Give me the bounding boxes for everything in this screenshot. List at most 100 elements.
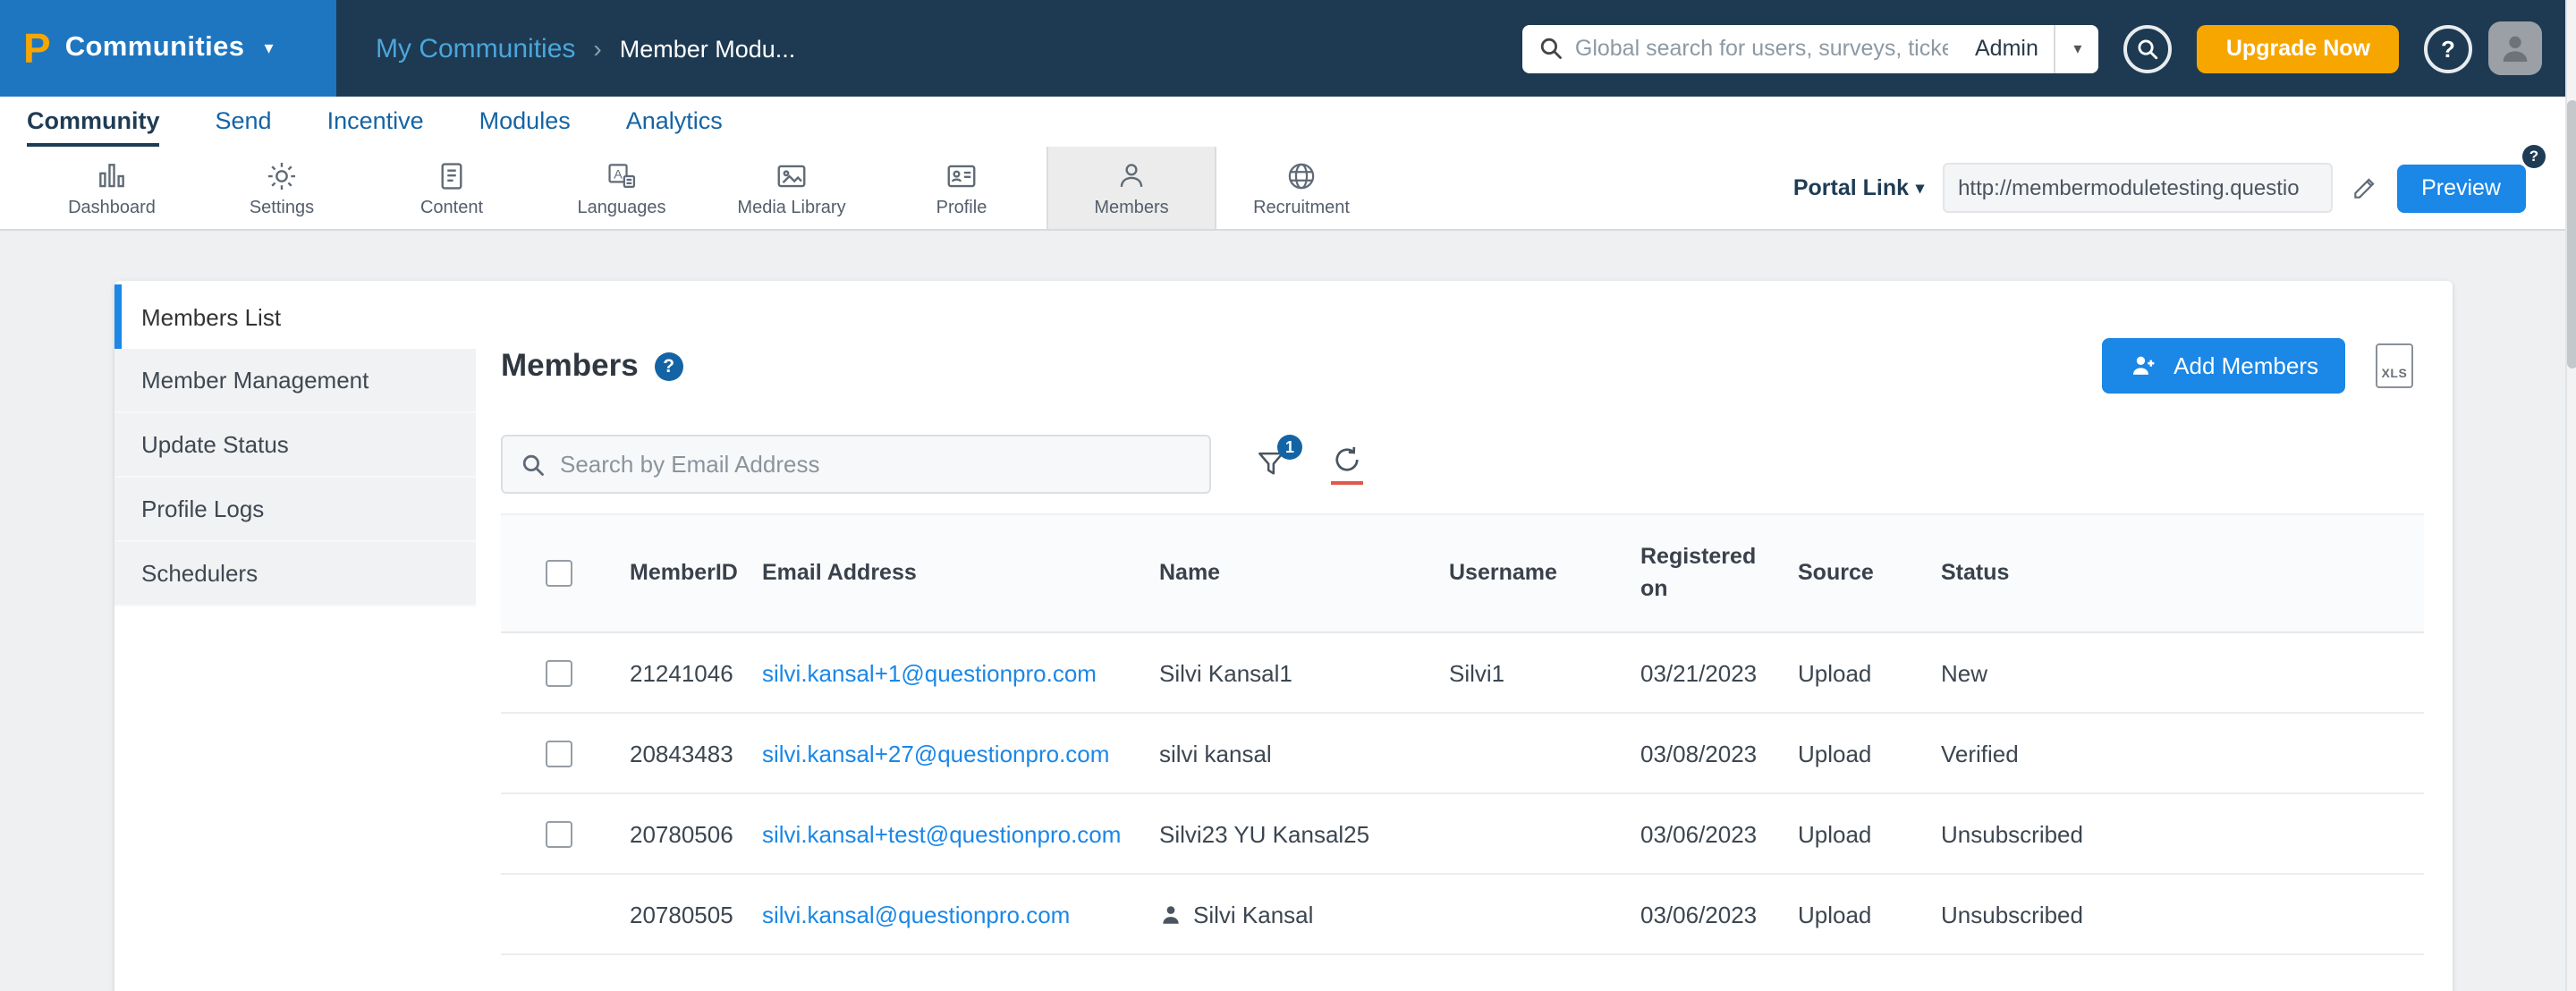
- toolbar-tab-content[interactable]: Content: [367, 147, 537, 229]
- search-scope[interactable]: Admin: [1959, 36, 2055, 61]
- topbar: P Communities ▾ My Communities › Member …: [0, 0, 2576, 97]
- toolbar-tab-recruitment[interactable]: Recruitment: [1216, 147, 1386, 229]
- member-email-link[interactable]: silvi.kansal+1@questionpro.com: [762, 659, 1097, 686]
- nav-item-analytics[interactable]: Analytics: [626, 107, 723, 147]
- brand-name: Communities: [65, 32, 245, 64]
- column-header-registered-on: Registered on: [1626, 514, 1784, 632]
- globe-icon: [1284, 158, 1318, 192]
- preview-help-icon[interactable]: ?: [2522, 144, 2546, 167]
- cell-source: Upload: [1784, 632, 1927, 713]
- toolbar-tab-profile[interactable]: Profile: [877, 147, 1046, 229]
- cell-status: Unsubscribed: [1927, 793, 2424, 874]
- scrollbar[interactable]: [2565, 0, 2576, 991]
- add-members-button[interactable]: Add Members: [2102, 338, 2345, 394]
- question-icon: ?: [2441, 35, 2455, 62]
- nav-item-send[interactable]: Send: [216, 107, 272, 147]
- person-icon: [2497, 30, 2533, 66]
- row-checkbox[interactable]: [545, 821, 572, 848]
- sidebar-item-member-management[interactable]: Member Management: [114, 349, 476, 413]
- members-card: Members List Member Management Update St…: [114, 281, 2453, 991]
- cell-username: Silvi1: [1435, 632, 1626, 713]
- sidebar-item-label: Schedulers: [141, 560, 258, 587]
- toolbar-tab-label: Settings: [250, 198, 314, 217]
- chevron-down-icon: ▾: [264, 38, 273, 58]
- product-switcher[interactable]: P Communities ▾: [0, 0, 336, 97]
- global-search: Admin ▾: [1523, 24, 2099, 72]
- sidebar-item-profile-logs[interactable]: Profile Logs: [114, 478, 476, 542]
- member-email-link[interactable]: silvi.kansal@questionpro.com: [762, 901, 1070, 927]
- toolbar-tab-members[interactable]: Members: [1046, 147, 1216, 229]
- page-title: Members: [501, 347, 639, 385]
- cell-member-id: 20843483: [615, 713, 748, 793]
- refresh-icon: [1331, 444, 1363, 476]
- bar-chart-icon: [95, 158, 129, 192]
- sidebar-item-schedulers[interactable]: Schedulers: [114, 542, 476, 606]
- help-button[interactable]: ?: [2424, 24, 2472, 72]
- scrollbar-thumb[interactable]: [2567, 100, 2576, 368]
- person-icon: [1159, 902, 1182, 926]
- portal-link-area: Portal Link▾ http://membermoduletesting.…: [1793, 147, 2526, 229]
- sidebar-item-members-list[interactable]: Members List: [114, 284, 476, 349]
- toolbar-tab-label: Media Library: [737, 198, 845, 217]
- members-panel: Members ? Add Members XLS 1: [476, 281, 2453, 991]
- search-button[interactable]: [2124, 24, 2173, 72]
- column-header-username: Username: [1435, 514, 1626, 632]
- select-all-checkbox[interactable]: [545, 560, 572, 587]
- toolbar-tab-label: Profile: [936, 198, 987, 217]
- search-scope-dropdown[interactable]: ▾: [2055, 24, 2099, 72]
- member-search-input[interactable]: [560, 451, 1191, 478]
- row-checkbox[interactable]: [545, 660, 572, 687]
- chevron-down-icon: ▾: [2073, 38, 2081, 58]
- nav-item-community[interactable]: Community: [27, 107, 160, 147]
- search-icon: [2137, 37, 2160, 60]
- global-search-input[interactable]: [1564, 36, 1959, 61]
- portal-url-field[interactable]: http://membermoduletesting.questio: [1942, 163, 2332, 213]
- toolbar-tab-dashboard[interactable]: Dashboard: [27, 147, 197, 229]
- sidebar-item-label: Update Status: [141, 431, 289, 458]
- preview-button[interactable]: Preview: [2396, 164, 2526, 212]
- toolbar-tab-label: Languages: [578, 198, 666, 217]
- toolbar-tab-settings[interactable]: Settings: [197, 147, 367, 229]
- avatar[interactable]: [2488, 21, 2542, 75]
- toolbar-tab-label: Content: [420, 198, 483, 217]
- add-members-label: Add Members: [2174, 352, 2318, 379]
- breadcrumb-chevron-icon: ›: [593, 34, 601, 63]
- cell-source: Upload: [1784, 713, 1927, 793]
- breadcrumb: My Communities › Member Modu...: [376, 33, 795, 64]
- toolbar-tab-media-library[interactable]: Media Library: [707, 147, 877, 229]
- breadcrumb-parent[interactable]: My Communities: [376, 33, 575, 64]
- toolbar-tab-languages[interactable]: A Languages: [537, 147, 707, 229]
- id-card-icon: [945, 158, 979, 192]
- member-email-link[interactable]: silvi.kansal+27@questionpro.com: [762, 740, 1109, 767]
- xls-export-button[interactable]: XLS: [2376, 343, 2413, 388]
- title-row: Members ? Add Members XLS: [501, 338, 2424, 394]
- members-table: MemberID Email Address Name Username Reg…: [501, 513, 2424, 955]
- nav-item-modules[interactable]: Modules: [479, 107, 571, 147]
- table-row: 20843483 silvi.kansal+27@questionpro.com…: [501, 713, 2424, 793]
- toolbar-tab-label: Members: [1094, 198, 1168, 217]
- members-help-icon[interactable]: ?: [655, 352, 683, 380]
- add-person-icon: [2129, 351, 2159, 381]
- member-email-link[interactable]: silvi.kansal+test@questionpro.com: [762, 820, 1121, 847]
- cell-name: silvi kansal: [1145, 713, 1435, 793]
- cell-status: Unsubscribed: [1927, 874, 2424, 954]
- edit-pencil-icon[interactable]: [2350, 174, 2378, 202]
- filter-button[interactable]: 1: [1254, 447, 1288, 481]
- row-checkbox[interactable]: [545, 741, 572, 767]
- image-icon: [775, 158, 809, 192]
- cell-source: Upload: [1784, 874, 1927, 954]
- sidebar-item-label: Member Management: [141, 367, 369, 394]
- portal-link-label: Portal Link: [1793, 175, 1909, 200]
- search-icon: [1539, 36, 1564, 61]
- upgrade-button[interactable]: Upgrade Now: [2198, 24, 2399, 72]
- table-header-row: MemberID Email Address Name Username Reg…: [501, 514, 2424, 632]
- sidebar-item-update-status[interactable]: Update Status: [114, 413, 476, 478]
- nav-item-incentive[interactable]: Incentive: [327, 107, 424, 147]
- cell-registered-on: 03/21/2023: [1626, 632, 1784, 713]
- portal-link-dropdown[interactable]: Portal Link▾: [1793, 175, 1924, 200]
- column-header-email: Email Address: [748, 514, 1145, 632]
- section-toolbar: Dashboard Settings Content A Languages M…: [0, 147, 2576, 231]
- reset-filters-button[interactable]: [1331, 444, 1363, 485]
- table-row: 20780505 silvi.kansal@questionpro.com Si…: [501, 874, 2424, 954]
- person-icon: [1114, 158, 1148, 192]
